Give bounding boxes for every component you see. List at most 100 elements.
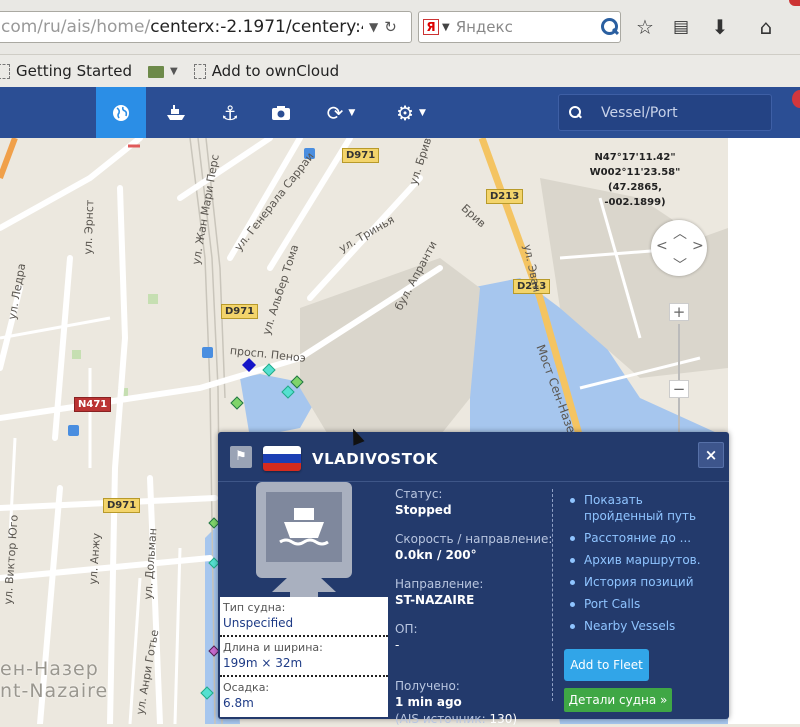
action-label: Port Calls (584, 597, 641, 611)
action-show-track[interactable]: Показать пройденный путь (568, 492, 718, 524)
vessel-port-search[interactable]: Vessel/Port (558, 94, 772, 131)
destination-label: Направление: (395, 577, 484, 591)
cursor-coordinates: N47°17'11.42" W002°11'23.58" (47.2865, -… (580, 150, 690, 210)
refresh-icon: ⟳ (326, 100, 344, 125)
map-globe-button[interactable] (96, 87, 146, 138)
vessel-tool-button[interactable] (158, 87, 194, 138)
pan-left-icon[interactable]: < (656, 238, 668, 254)
bookmark-add-to-owncloud[interactable]: Add to ownCloud (193, 62, 340, 80)
eta-block: ОП: - (395, 622, 555, 672)
action-route-archive[interactable]: Архив маршрутов. (568, 552, 718, 568)
road-badge: D213 (486, 189, 524, 204)
russia-flag-icon (263, 446, 301, 471)
received-value: 1 min ago (395, 695, 462, 709)
action-label: История позиций (584, 575, 694, 589)
spec-label: Тип судна: (223, 601, 286, 614)
bookmarks-bar: Getting Started ▼ Add to ownCloud (0, 55, 800, 87)
vessel-details: Статус: Stopped Скорость / направление: … (395, 487, 555, 727)
vessel-marker (230, 396, 244, 410)
url-domain-text: com/ru/ais/home/ (1, 17, 151, 37)
add-to-fleet-button[interactable]: Add to Fleet (564, 649, 649, 681)
road-badge: N471 (74, 397, 112, 412)
search-input[interactable]: Яндекс (456, 18, 598, 36)
url-dropdown-icon[interactable]: ▼ (369, 20, 378, 34)
flag-icon[interactable]: ⚑ (230, 446, 252, 468)
ship-icon (167, 104, 185, 120)
search-engine-dropdown-icon[interactable]: ▼ (442, 22, 450, 33)
action-port-calls[interactable]: Port Calls (568, 596, 718, 612)
status-block: Статус: Stopped (395, 487, 555, 525)
popup-header: ⚑ VLADIVOSTOK × (218, 432, 729, 482)
globe-icon (113, 104, 129, 121)
bullet-icon (570, 580, 575, 585)
close-button[interactable]: × (698, 442, 724, 468)
spec-label: Осадка: (223, 681, 270, 694)
spec-value: Unspecified (223, 616, 294, 630)
road-badge: D971 (103, 498, 141, 513)
spec-type: Тип судна: Unspecified (220, 597, 388, 637)
eta-label: ОП: (395, 622, 418, 636)
action-label: Nearby Vessels (584, 619, 676, 633)
status-label: Статус: (395, 487, 443, 501)
street-label: ул. Эрнст (81, 199, 97, 255)
city-label-fr: nt-Nazaire (0, 680, 109, 702)
zoom-out-button[interactable]: − (669, 380, 689, 398)
decimal-coords-text: (47.2865, -002.1899) (604, 182, 666, 208)
pan-right-icon[interactable]: > (692, 238, 704, 254)
highway (0, 138, 18, 180)
window-close-icon[interactable] (789, 0, 800, 6)
folder-dropdown-icon: ▼ (169, 65, 178, 77)
caret-down-icon: ▼ (348, 107, 356, 118)
download-icon[interactable]: ⬇ (707, 14, 733, 40)
status-value: Stopped (395, 503, 452, 517)
search-icon[interactable] (598, 16, 620, 38)
spec-value: 6.8m (223, 696, 254, 710)
star-bookmark-icon[interactable]: ☆ (632, 14, 658, 40)
vessel-placeholder-image (256, 482, 352, 607)
action-label: Показать пройденный путь (584, 493, 697, 523)
yandex-logo-icon[interactable]: Я (423, 19, 439, 35)
vessel-actions: Показать пройденный путь Расстояние до .… (568, 492, 718, 640)
folder-icon (147, 66, 164, 78)
zoom-in-button[interactable]: + (669, 303, 689, 321)
caret-down-icon: ▼ (419, 107, 426, 118)
url-path-text: centerx:-2.1971/centery:47.28 (150, 17, 363, 37)
reader-list-icon[interactable]: ▤ (668, 14, 694, 40)
photos-tool-button[interactable] (263, 87, 299, 138)
action-label: Архив маршрутов. (584, 553, 701, 567)
road-badge: D971 (342, 148, 380, 163)
action-distance-to[interactable]: Расстояние до ... (568, 530, 718, 546)
vessel-details-button[interactable]: Детали судна » (564, 688, 672, 712)
action-nearby-vessels[interactable]: Nearby Vessels (568, 618, 718, 634)
browser-navbar: com/ru/ais/home/centerx:-2.1971/centery:… (0, 0, 800, 55)
park (148, 294, 158, 304)
home-icon[interactable]: ⌂ (753, 14, 779, 40)
gear-icon: ⚙ (396, 100, 414, 125)
destination-block: Направление: ST-NAZAIRE (395, 577, 555, 615)
refresh-tool-button[interactable]: ⟳ ▼ (318, 87, 364, 138)
park (72, 350, 81, 359)
settings-tool-button[interactable]: ⚙ ▼ (388, 87, 434, 138)
pan-control[interactable]: ︿ ﹀ < > (651, 220, 707, 276)
vessel-specs: Тип судна: Unspecified Длина и ширина: 1… (220, 597, 388, 717)
app-toolbar: ⚓ ⟳ ▼ ⚙ ▼ Vessel/Port (0, 87, 800, 138)
action-position-history[interactable]: История позиций (568, 574, 718, 590)
side-panel (728, 138, 800, 724)
speed-block: Скорость / направление: 0.0kn / 200° (395, 532, 555, 570)
pan-up-icon[interactable]: ︿ (673, 223, 687, 243)
url-bar[interactable]: com/ru/ais/home/centerx:-2.1971/centery:… (0, 11, 412, 43)
ports-tool-button[interactable]: ⚓ (212, 87, 248, 138)
bookmark-folder[interactable]: ▼ (147, 65, 178, 78)
search-bar[interactable]: Я ▼ Яндекс (418, 11, 621, 43)
destination-value: ST-NAZAIRE (395, 593, 475, 607)
vessel-search-input[interactable]: Vessel/Port (601, 105, 678, 121)
spec-dimensions: Длина и ширина: 199m × 32m (220, 637, 388, 677)
bookmark-getting-started[interactable]: Getting Started (0, 62, 132, 80)
bookmark-label: Add to ownCloud (211, 62, 340, 80)
speed-label: Скорость / направление: (395, 532, 553, 546)
divider (552, 489, 553, 701)
reload-icon[interactable]: ↻ (384, 18, 397, 36)
url-text[interactable]: com/ru/ais/home/centerx:-2.1971/centery:… (1, 17, 363, 37)
received-block: Получено: 1 min ago (AIS источник: 130) (395, 679, 555, 727)
pan-down-icon[interactable]: ﹀ (673, 255, 687, 275)
